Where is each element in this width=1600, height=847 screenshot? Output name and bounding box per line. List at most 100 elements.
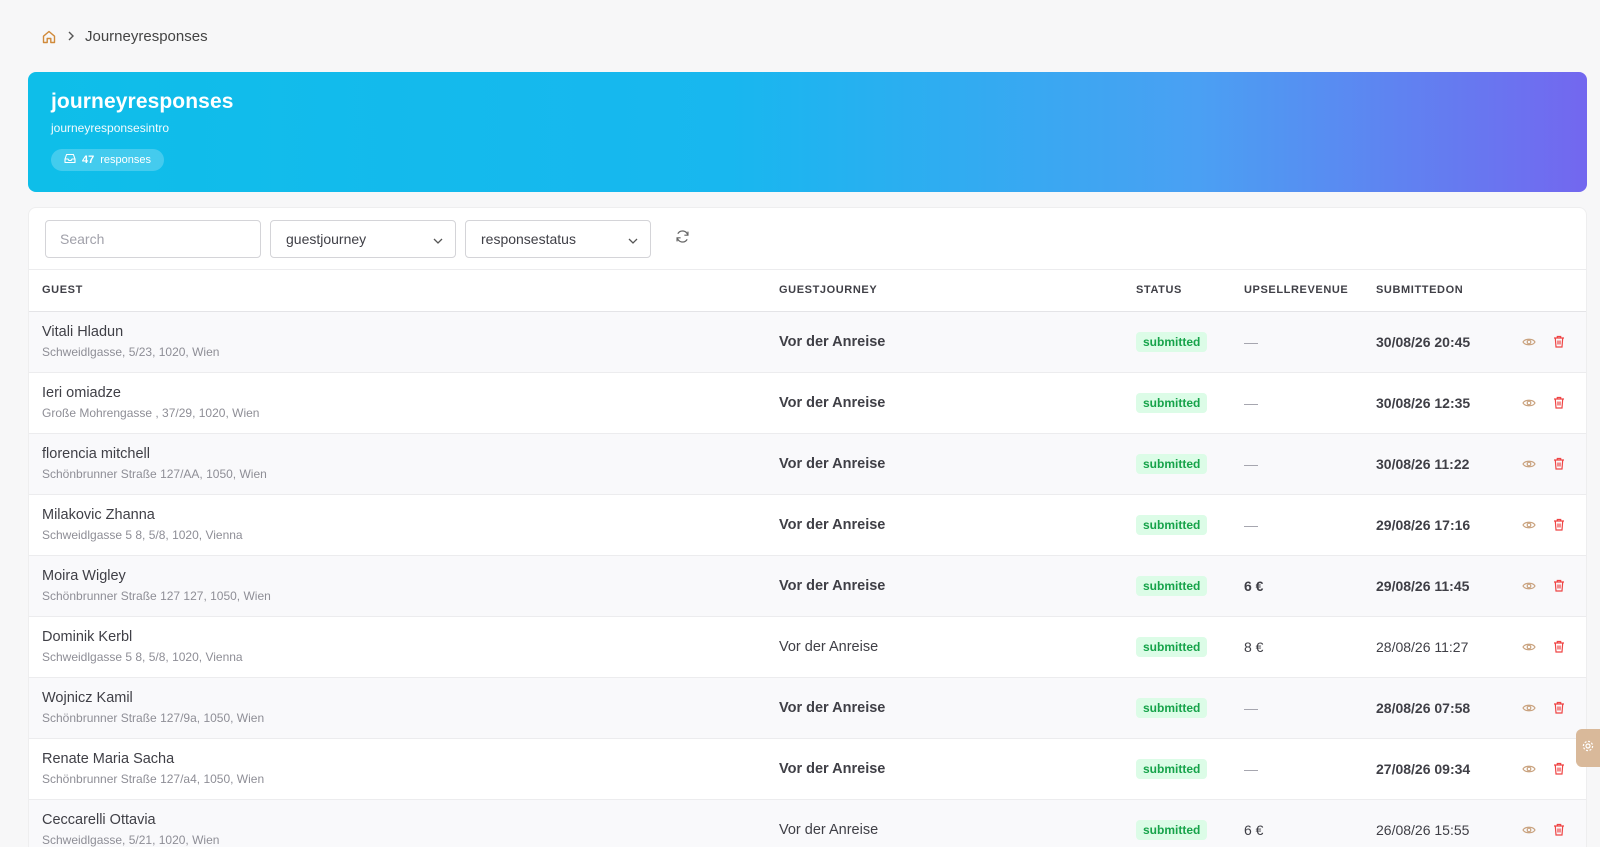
column-header-guestjourney[interactable]: GUESTJOURNEY <box>779 270 1136 312</box>
refresh-button[interactable] <box>664 221 700 257</box>
trash-icon[interactable] <box>1552 579 1566 593</box>
guest-name[interactable]: Ceccarelli Ottavia <box>42 812 779 828</box>
actions-cell <box>1522 555 1586 616</box>
inbox-icon <box>64 153 76 167</box>
submitted-date: 28/08/26 11:27 <box>1376 638 1469 655</box>
table-row[interactable]: Moira Wigley Schönbrunner Straße 127 127,… <box>29 555 1586 616</box>
submitted-date: 29/08/26 17:16 <box>1376 516 1471 533</box>
guest-cell: Wojnicz Kamil Schönbrunner Straße 127/9a,… <box>29 677 779 738</box>
trash-icon[interactable] <box>1552 335 1566 349</box>
responses-card: guestjourney responsestatus GUEST GUESTJ… <box>28 207 1587 847</box>
trash-icon[interactable] <box>1552 823 1566 837</box>
table-row[interactable]: Renate Maria Sacha Schönbrunner Straße 12… <box>29 738 1586 799</box>
trash-icon[interactable] <box>1552 640 1566 654</box>
guest-address: Schönbrunner Straße 127/a4, 1050, Wien <box>42 772 265 786</box>
guest-cell: Milakovic Zhanna Schweidlgasse 5 8, 5/8, … <box>29 494 779 555</box>
guestjourney-cell: Vor der Anreise <box>779 677 1136 738</box>
guest-name[interactable]: Renate Maria Sacha <box>42 751 779 767</box>
column-header-status[interactable]: STATUS <box>1136 270 1244 312</box>
guestjourney-name: Vor der Anreise <box>779 334 886 350</box>
actions-cell <box>1522 494 1586 555</box>
table-row[interactable]: Dominik Kerbl Schweidlgasse 5 8, 5/8, 102… <box>29 616 1586 677</box>
guest-name[interactable]: Wojnicz Kamil <box>42 690 779 706</box>
search-input[interactable] <box>45 219 261 258</box>
guest-name[interactable]: Milakovic Zhanna <box>42 507 779 523</box>
guest-address: Schweidlgasse, 5/23, 1020, Wien <box>42 345 220 359</box>
page-intro: journeyresponsesintro <box>51 121 170 135</box>
trash-icon[interactable] <box>1552 396 1566 410</box>
table-row[interactable]: Wojnicz Kamil Schönbrunner Straße 127/9a,… <box>29 677 1586 738</box>
guestjourney-name: Vor der Anreise <box>779 395 886 411</box>
guest-name[interactable]: Ieri omiadze <box>42 385 779 401</box>
submitted-date: 30/08/26 11:22 <box>1376 455 1470 472</box>
status-badge: submitted <box>1136 514 1208 535</box>
eye-icon[interactable] <box>1522 457 1536 471</box>
upsell-revenue: 6 € <box>1244 821 1264 838</box>
upsell-revenue: — <box>1244 394 1258 411</box>
upsell-revenue: — <box>1244 760 1258 777</box>
status-badge: submitted <box>1136 697 1208 718</box>
guest-name[interactable]: Vitali Hladun <box>42 324 779 340</box>
status-cell: submitted <box>1136 494 1244 555</box>
actions-cell <box>1522 616 1586 677</box>
breadcrumb-current: Journeyresponses <box>85 28 208 45</box>
responsestatus-select[interactable]: responsestatus <box>465 219 651 258</box>
chevron-right-icon <box>67 29 75 44</box>
column-header-guest[interactable]: GUEST <box>29 270 779 312</box>
guestjourney-cell: Vor der Anreise <box>779 372 1136 433</box>
guestjourney-select[interactable]: guestjourney <box>270 219 456 258</box>
guestjourney-name: Vor der Anreise <box>779 761 886 777</box>
eye-icon[interactable] <box>1522 762 1536 776</box>
status-cell: submitted <box>1136 311 1244 372</box>
table-row[interactable]: Milakovic Zhanna Schweidlgasse 5 8, 5/8, … <box>29 494 1586 555</box>
guest-cell: Moira Wigley Schönbrunner Straße 127 127,… <box>29 555 779 616</box>
trash-icon[interactable] <box>1552 701 1566 715</box>
guest-name[interactable]: Moira Wigley <box>42 568 779 584</box>
actions-cell <box>1522 677 1586 738</box>
eye-icon[interactable] <box>1522 518 1536 532</box>
home-icon[interactable] <box>41 29 57 45</box>
guest-address: Schweidlgasse, 5/21, 1020, Wien <box>42 833 220 847</box>
chevron-down-icon <box>628 231 638 247</box>
responses-count-label: responses <box>100 154 152 166</box>
table-header-row: GUEST GUESTJOURNEY STATUS UPSELLREVENUE … <box>29 270 1586 312</box>
trash-icon[interactable] <box>1552 518 1566 532</box>
eye-icon[interactable] <box>1522 335 1536 349</box>
status-cell: submitted <box>1136 616 1244 677</box>
guestjourney-cell: Vor der Anreise <box>779 494 1136 555</box>
guestjourney-name: Vor der Anreise <box>779 517 886 533</box>
trash-icon[interactable] <box>1552 457 1566 471</box>
guest-name[interactable]: florencia mitchell <box>42 446 779 462</box>
eye-icon[interactable] <box>1522 579 1536 593</box>
submitted-date: 30/08/26 20:45 <box>1376 333 1471 350</box>
status-badge: submitted <box>1136 758 1208 779</box>
status-cell: submitted <box>1136 433 1244 494</box>
eye-icon[interactable] <box>1522 823 1536 837</box>
responses-table: GUEST GUESTJOURNEY STATUS UPSELLREVENUE … <box>29 270 1586 847</box>
page-header-banner: journeyresponses journeyresponsesintro 4… <box>28 72 1587 192</box>
eye-icon[interactable] <box>1522 640 1536 654</box>
table-row[interactable]: Ceccarelli Ottavia Schweidlgasse, 5/21, 1… <box>29 799 1586 847</box>
column-header-upsellrevenue[interactable]: UPSELLREVENUE <box>1244 270 1376 312</box>
table-row[interactable]: florencia mitchell Schönbrunner Straße 12… <box>29 433 1586 494</box>
guestjourney-cell: Vor der Anreise <box>779 738 1136 799</box>
gear-icon <box>1582 739 1594 757</box>
guestjourney-name: Vor der Anreise <box>779 456 886 472</box>
chevron-down-icon <box>433 231 443 247</box>
guest-cell: Renate Maria Sacha Schönbrunner Straße 12… <box>29 738 779 799</box>
actions-cell <box>1522 799 1586 847</box>
status-cell: submitted <box>1136 677 1244 738</box>
guestjourney-name: Vor der Anreise <box>779 578 886 594</box>
guest-cell: Ieri omiadze Große Mohrengasse , 37/29, 1… <box>29 372 779 433</box>
guest-name[interactable]: Dominik Kerbl <box>42 629 779 645</box>
settings-side-tab[interactable] <box>1576 729 1600 767</box>
upsell-revenue: — <box>1244 333 1258 350</box>
table-row[interactable]: Vitali Hladun Schweidlgasse, 5/23, 1020, … <box>29 311 1586 372</box>
eye-icon[interactable] <box>1522 396 1536 410</box>
column-header-submittedon[interactable]: SUBMITTEDON <box>1376 270 1522 312</box>
table-row[interactable]: Ieri omiadze Große Mohrengasse , 37/29, 1… <box>29 372 1586 433</box>
eye-icon[interactable] <box>1522 701 1536 715</box>
trash-icon[interactable] <box>1552 762 1566 776</box>
status-badge: submitted <box>1136 453 1208 474</box>
submitted-date: 29/08/26 11:45 <box>1376 577 1470 594</box>
